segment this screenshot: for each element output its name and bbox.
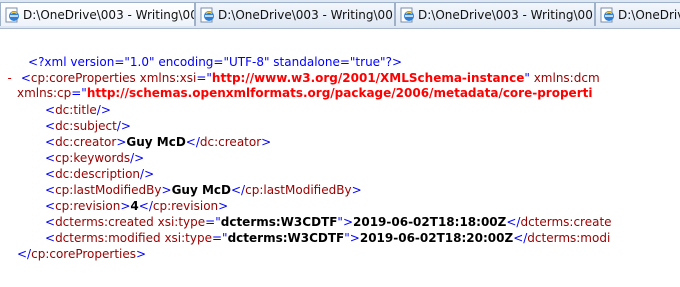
element-cp-keywords: <cp:keywords/> [45,151,145,165]
element-dc-title: <dc:title/> [45,103,111,117]
root-close-tag-name: cp:coreProperties [31,247,137,261]
attr-name: xsi:type [164,231,212,245]
root-open-tag-continued: xmlns:cp="http://schemas.openxmlformats.… [17,86,593,100]
tab-document-1[interactable]: D:\OneDrive\003 - Writing\001... [0,2,195,26]
tag-name: cp:revision [55,199,121,213]
tag-name: cp:lastModifiedBy [55,183,162,197]
tag-name: dc:title [55,103,97,117]
tag-name: dc:description [55,167,141,181]
xml-declaration: <?xml version="1.0" encoding="UTF-8" sta… [28,55,403,69]
ie-page-icon [5,7,19,22]
root-attr-dcmitype-name: xmlns:dcm [533,71,600,85]
tab-title: D:\OneDrive\003 - Writing\001... [218,7,394,22]
attr-value: dcterms:W3CDTF [220,215,338,229]
element-dc-creator: <dc:creator>Guy McD</dc:creator> [45,135,272,149]
tab-title: D:\OneDrive\003 - Writing\001... [23,7,194,22]
root-attr-cp-value: http://schemas.openxmlformats.org/packag… [86,86,593,100]
tab-title: D:\OneDrive\003 - Writing\001... [418,7,594,22]
root-tag-name: cp:coreProperties [30,71,136,85]
element-dcterms-modified: <dcterms:modified xsi:type="dcterms:W3CD… [45,231,611,245]
element-cp-revision: <cp:revision>4</cp:revision> [45,199,229,213]
tab-strip: D:\OneDrive\003 - Writing\001... D:\OneD… [0,0,680,29]
xml-declaration-text: ?xml version="1.0" encoding="UTF-8" stan… [38,55,392,69]
root-attr-xsi-name: xmlns:xsi [139,71,197,85]
tag-name: dc:subject [55,119,117,133]
closing-tag-name: cp:revision [152,199,219,213]
tab-document-3[interactable]: D:\OneDrive\003 - Writing\001... [395,2,595,26]
element-dc-subject: <dc:subject/> [45,119,131,133]
tag-name: dcterms:modified [55,231,161,245]
collapse-toggle[interactable]: - [6,70,17,86]
ie-page-icon [200,7,214,22]
modified-value: 2019-06-02T18:20:00Z [359,231,514,245]
attr-name: xsi:type [157,215,206,229]
tab-title: D:\OneDrive [618,7,680,22]
revision-value: 4 [130,199,139,213]
lastmodifiedby-value: Guy McD [171,183,231,197]
tag-name: dc:creator [55,135,117,149]
ie-page-icon [400,7,414,22]
ie-page-icon [600,7,614,22]
closing-tag-name: cp:lastModifiedBy [245,183,352,197]
root-attr-cp-name: xmlns:cp [17,86,72,100]
tab-document-4[interactable]: D:\OneDrive [595,2,680,26]
closing-tag-name: dc:creator [199,135,262,149]
tab-document-2[interactable]: D:\OneDrive\003 - Writing\001... [195,2,395,26]
element-dc-description: <dc:description/> [45,167,155,181]
tag-name: cp:keywords [55,151,131,165]
element-dcterms-created: <dcterms:created xsi:type="dcterms:W3CDT… [45,215,612,229]
closing-tag-name: dcterms:create [520,215,612,229]
xml-document-view: <?xml version="1.0" encoding="UTF-8" sta… [0,29,680,287]
created-value: 2019-06-02T18:18:00Z [353,215,507,229]
root-close-tag: </cp:coreProperties> [17,247,147,261]
root-attr-xsi-value: http://www.w3.org/2001/XMLSchema-instanc… [211,71,525,85]
attr-value: dcterms:W3CDTF [227,231,345,245]
tag-name: dcterms:created [55,215,154,229]
element-cp-lastmodifiedby: <cp:lastModifiedBy>Guy McD</cp:lastModif… [45,183,362,197]
creator-value: Guy McD [126,135,186,149]
closing-tag-name: dcterms:modi [527,231,611,245]
root-open-tag: - <cp:coreProperties xmlns:xsi="http://w… [6,70,600,86]
